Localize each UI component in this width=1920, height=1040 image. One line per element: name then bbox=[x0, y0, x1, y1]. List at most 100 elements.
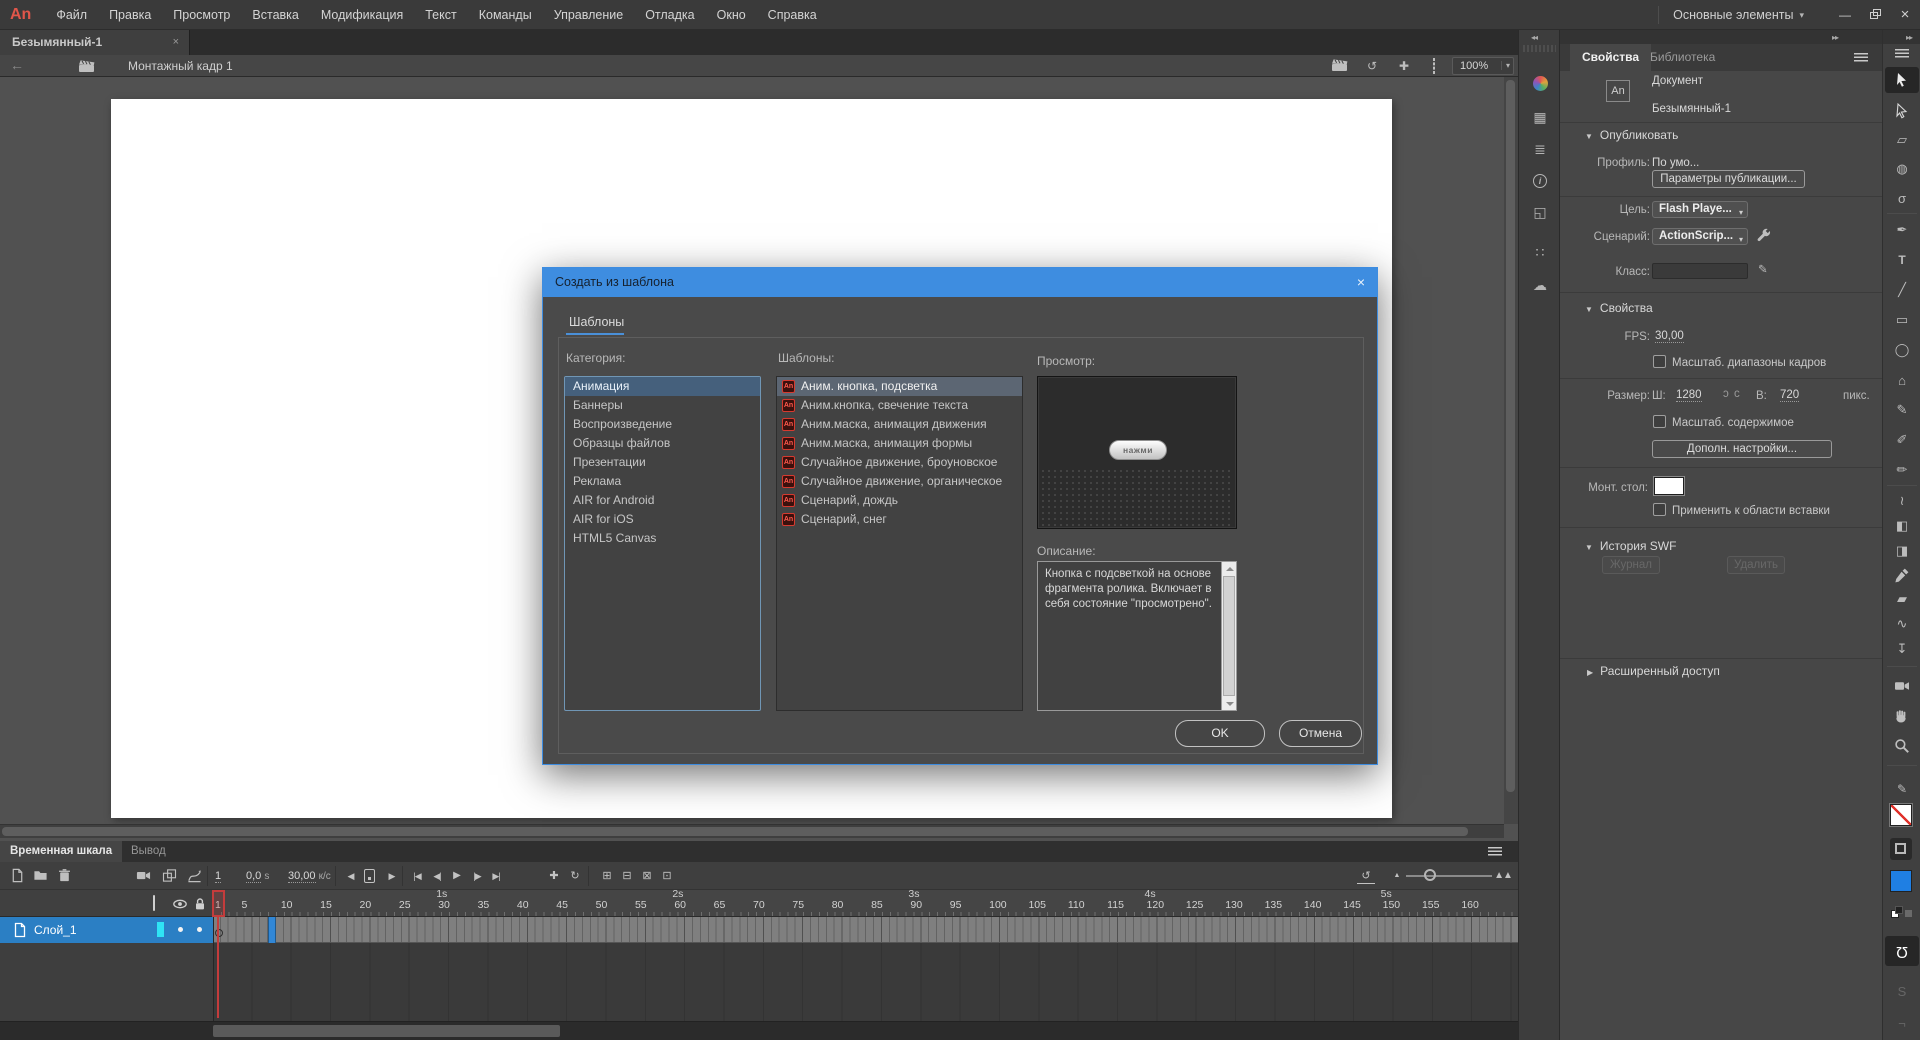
fps-value[interactable]: 30,00 bbox=[1655, 330, 1684, 343]
prev-frame-icon[interactable]: ◀ bbox=[342, 868, 360, 884]
eyedropper-tool[interactable] bbox=[1885, 562, 1919, 588]
script-dropdown[interactable]: ActionScrip...▾ bbox=[1652, 228, 1748, 245]
code-snippets-panel-icon[interactable]: ∷ bbox=[1519, 240, 1561, 264]
publish-settings-button[interactable]: Параметры публикации... bbox=[1652, 170, 1805, 188]
category-item[interactable]: Воспроизведение bbox=[565, 415, 760, 434]
scale-spans-checkbox[interactable] bbox=[1653, 355, 1666, 368]
stage-zoom-select[interactable]: 100% ▾ bbox=[1452, 57, 1514, 75]
edit-multiple-frames-icon[interactable]: ⊠ bbox=[638, 868, 656, 884]
template-item[interactable]: AnСлучайное движение, броуновское bbox=[777, 453, 1022, 472]
section-swf-history[interactable]: ▼История SWF bbox=[1585, 539, 1676, 553]
menu-item-7[interactable]: Команды bbox=[468, 0, 543, 30]
restore-button[interactable] bbox=[1860, 0, 1890, 30]
template-item[interactable]: AnСлучайное движение, органическое bbox=[777, 472, 1022, 491]
template-item[interactable]: AnАним.маска, анимация формы bbox=[777, 434, 1022, 453]
dialog-close-icon[interactable]: × bbox=[1357, 268, 1365, 297]
timeline-scrollbar[interactable] bbox=[0, 1021, 1518, 1040]
timeline-ruler[interactable]: 1510152025303540455055606570758085909510… bbox=[213, 890, 1518, 917]
layer-name[interactable]: Слой_1 bbox=[34, 923, 77, 937]
scrollbar-thumb[interactable] bbox=[213, 1025, 560, 1037]
category-item[interactable]: HTML5 Canvas bbox=[565, 529, 760, 548]
height-value[interactable]: 720 bbox=[1780, 389, 1799, 402]
template-item[interactable]: AnСценарий, снег bbox=[777, 510, 1022, 529]
eraser-tool[interactable]: ▰ bbox=[1885, 586, 1919, 612]
scale-content-checkbox[interactable] bbox=[1653, 415, 1666, 428]
menu-item-4[interactable]: Вставка bbox=[241, 0, 309, 30]
text-tool[interactable]: T bbox=[1885, 247, 1919, 273]
apply-paste-checkbox[interactable] bbox=[1653, 503, 1666, 516]
frame-rate[interactable]: 30,00 к/с bbox=[288, 870, 331, 882]
step-back-icon[interactable]: ◀| bbox=[428, 868, 446, 884]
menu-item-5[interactable]: Модификация bbox=[310, 0, 414, 30]
timeline-zoom-in-icon[interactable]: ▲▲ bbox=[1494, 868, 1512, 884]
rotate-stage-icon[interactable]: ↺ bbox=[1363, 58, 1381, 74]
menu-item-8[interactable]: Управление bbox=[543, 0, 635, 30]
menu-item-11[interactable]: Справка bbox=[757, 0, 828, 30]
category-item[interactable]: AIR for iOS bbox=[565, 510, 760, 529]
lock-column-icon[interactable] bbox=[192, 896, 208, 912]
center-stage-icon[interactable]: ✚ bbox=[1395, 58, 1413, 74]
loop-icon[interactable]: ↻ bbox=[566, 868, 584, 884]
menu-item-1[interactable]: Файл bbox=[45, 0, 98, 30]
first-frame-icon[interactable]: |◀ bbox=[408, 868, 426, 884]
layer-color-swatch[interactable] bbox=[157, 922, 164, 937]
category-item[interactable]: Презентации bbox=[565, 453, 760, 472]
classic-brush-tool[interactable]: ✐ bbox=[1885, 427, 1919, 453]
timeline-zoom-out-icon[interactable]: ▲ bbox=[1388, 868, 1406, 884]
playhead-marker[interactable] bbox=[212, 890, 225, 917]
menu-item-2[interactable]: Правка bbox=[98, 0, 162, 30]
template-item[interactable]: AnАним. кнопка, подсветка bbox=[777, 377, 1022, 396]
panel-menu-icon[interactable] bbox=[1895, 49, 1909, 58]
play-icon[interactable]: ▶ bbox=[448, 868, 466, 884]
last-frame-icon[interactable]: ▶| bbox=[487, 868, 505, 884]
elapsed-time[interactable]: 0,0 s bbox=[246, 870, 269, 882]
section-properties[interactable]: ▼Свойства bbox=[1585, 301, 1653, 315]
workspace-switcher[interactable]: Основные элементы bbox=[1673, 8, 1793, 22]
rectangle-tool[interactable]: ▭ bbox=[1885, 307, 1919, 333]
menu-item-3[interactable]: Просмотр bbox=[162, 0, 241, 30]
align-panel-icon[interactable]: ≣ bbox=[1519, 137, 1561, 161]
class-input[interactable] bbox=[1652, 263, 1748, 279]
panel-menu-icon[interactable] bbox=[1854, 53, 1868, 62]
new-layer-icon[interactable] bbox=[8, 868, 26, 884]
selection-tool[interactable] bbox=[1885, 67, 1919, 93]
template-item[interactable]: AnСценарий, дождь bbox=[777, 491, 1022, 510]
category-item[interactable]: Образцы файлов bbox=[565, 434, 760, 453]
dock-grip[interactable] bbox=[1523, 45, 1556, 52]
ok-button[interactable]: OK bbox=[1175, 720, 1265, 747]
stage-color-swatch[interactable] bbox=[1654, 477, 1684, 495]
onion-outlines-icon[interactable]: ⊟ bbox=[618, 868, 636, 884]
script-settings-wrench-icon[interactable] bbox=[1756, 227, 1772, 243]
category-item[interactable]: Баннеры bbox=[565, 396, 760, 415]
frames-row[interactable] bbox=[213, 917, 1518, 943]
bone-tool[interactable]: ≀ bbox=[1885, 488, 1919, 514]
next-frame-icon[interactable]: ▶ bbox=[383, 868, 401, 884]
color-panel-icon[interactable] bbox=[1519, 71, 1561, 95]
category-list[interactable]: АнимацияБаннерыВоспроизведениеОбразцы фа… bbox=[564, 376, 761, 711]
template-item[interactable]: AnАним.кнопка, свечение текста bbox=[777, 396, 1022, 415]
horizontal-scrollbar[interactable] bbox=[0, 824, 1504, 838]
transform-panel-icon[interactable]: ◱ bbox=[1519, 200, 1561, 224]
scroll-up-icon[interactable] bbox=[1222, 562, 1236, 575]
close-button[interactable]: × bbox=[1890, 0, 1920, 30]
minimize-button[interactable]: — bbox=[1830, 0, 1860, 30]
link-width-height-icon[interactable]: ɔ c bbox=[1723, 388, 1741, 400]
gradient-transform-tool[interactable]: ◍ bbox=[1885, 156, 1919, 182]
fill-color-swatch[interactable] bbox=[1890, 870, 1912, 892]
lasso-tool[interactable]: σ bbox=[1885, 185, 1919, 211]
free-transform-tool[interactable]: ▱ bbox=[1885, 127, 1919, 153]
camera-tool[interactable] bbox=[1885, 673, 1919, 699]
straighten-tool[interactable]: ⌐ bbox=[1885, 1010, 1919, 1036]
fluid-brush-tool[interactable]: ✏ bbox=[1885, 457, 1919, 483]
smooth-tool[interactable]: S bbox=[1885, 978, 1919, 1004]
visibility-column-icon[interactable] bbox=[172, 896, 188, 912]
center-frame-icon[interactable]: ✚ bbox=[545, 868, 563, 884]
category-item[interactable]: Реклама bbox=[565, 472, 760, 491]
caret-down-icon[interactable]: ▾ bbox=[1799, 10, 1804, 21]
category-item[interactable]: AIR for Android bbox=[565, 491, 760, 510]
target-dropdown[interactable]: Flash Playe...▾ bbox=[1652, 201, 1748, 218]
polystar-tool[interactable]: ⌂ bbox=[1885, 367, 1919, 393]
snap-to-objects-toggle[interactable]: Ω bbox=[1885, 936, 1919, 966]
section-accessibility[interactable]: ▶Расширенный доступ bbox=[1587, 664, 1720, 678]
profile-value[interactable]: По умо... bbox=[1652, 157, 1699, 169]
